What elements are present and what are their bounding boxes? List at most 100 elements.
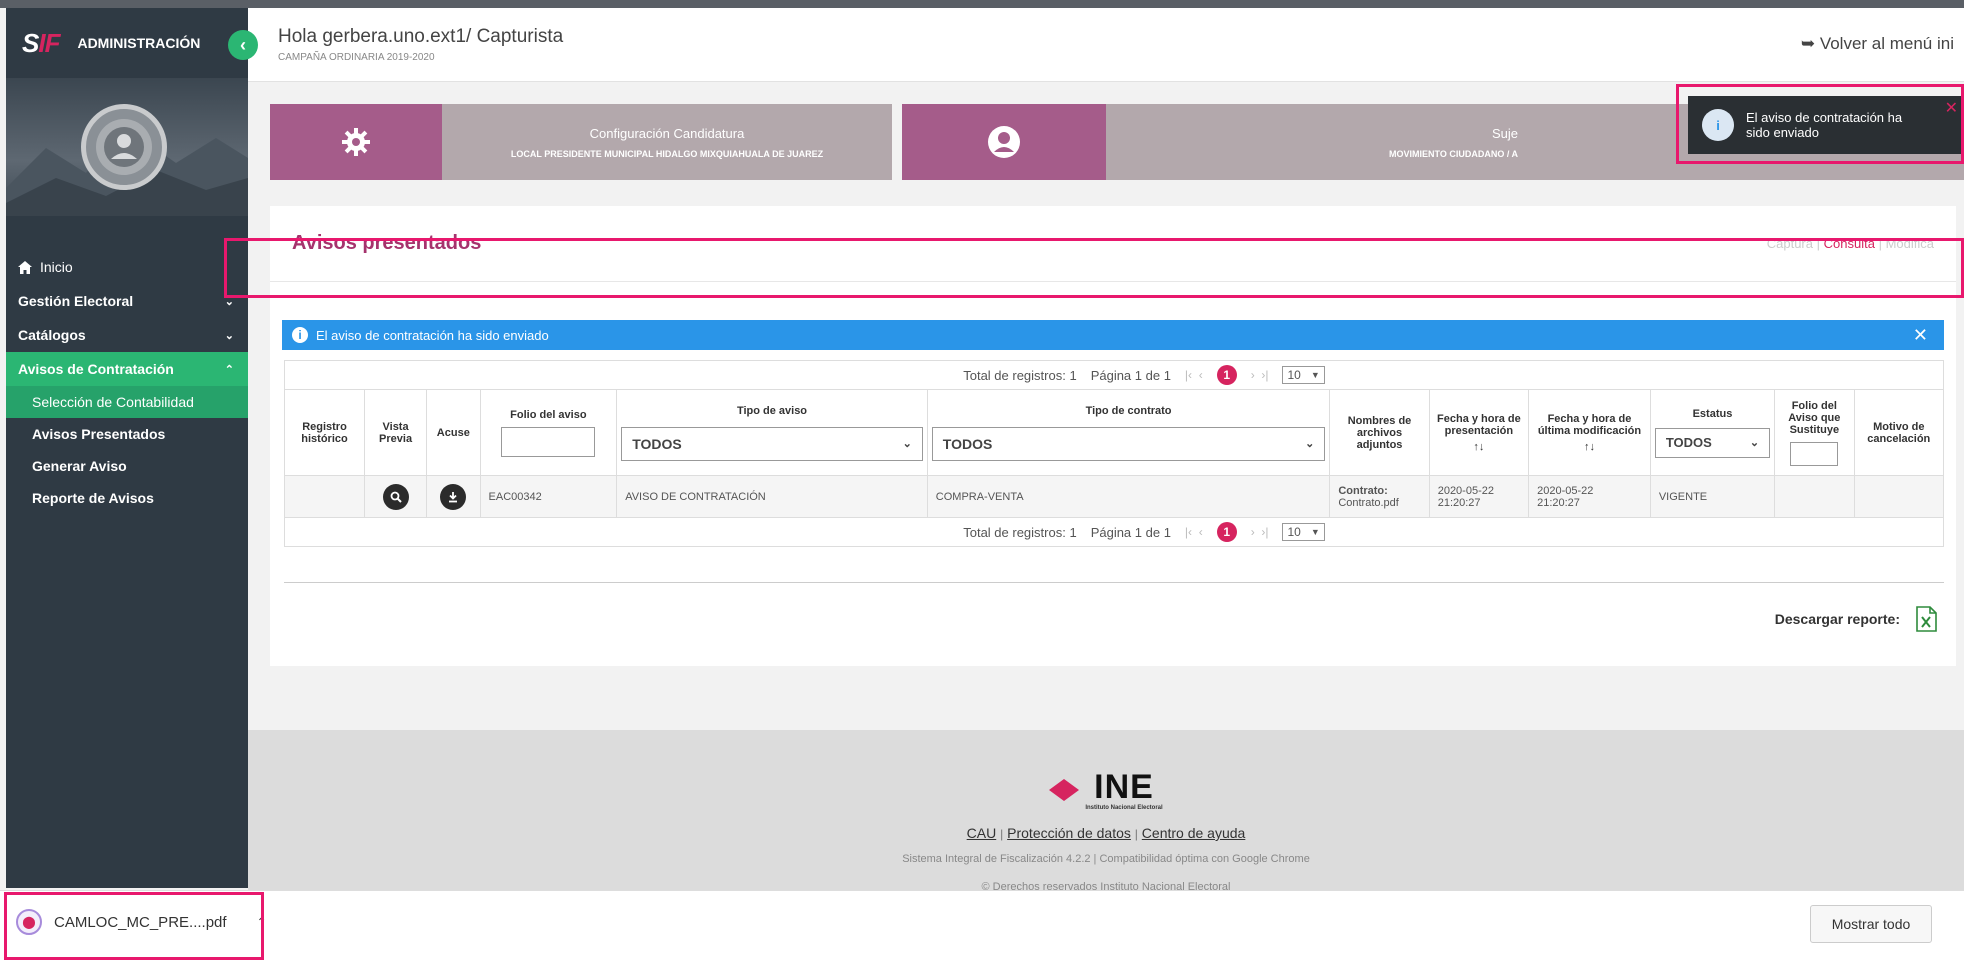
pager-bottom: Total de registros: 1 Página 1 de 1 |‹ ‹… (285, 518, 1943, 546)
header-estatus: Estatus TODOS ⌄ (1650, 389, 1776, 476)
sif-logo: SIF (22, 27, 60, 58)
toast-notification: i El aviso de contratación ha sido envia… (1688, 96, 1964, 154)
page-size-select[interactable]: 10 ▼ (1282, 366, 1325, 384)
window-top-bar (0, 0, 1964, 8)
tipo-contrato-select[interactable]: TODOS ⌄ (931, 426, 1326, 461)
avisos-table-wrapper: Total de registros: 1 Página 1 de 1 |‹ ‹… (284, 360, 1944, 547)
page-title: Avisos presentados (292, 232, 482, 254)
report-label: Descargar reporte: (1774, 611, 1900, 627)
help-center-link[interactable]: Centro de ayuda (1142, 825, 1246, 841)
header-registro: Registro histórico (285, 389, 365, 476)
header-folio-sustituye: Folio del Aviso que Sustituye (1774, 389, 1855, 476)
sidebar-item-label: Inicio (40, 259, 73, 275)
info-icon: i (1702, 109, 1734, 141)
mode-tabs: Captura | Consulta | Modifica (1767, 236, 1934, 251)
excel-icon[interactable] (1914, 606, 1938, 632)
sidebar-nav: Inicio Gestión Electoral ⌄ Catálogos ⌄ A… (6, 216, 248, 514)
avisos-panel: Avisos presentados Captura | Consulta | … (270, 206, 1956, 666)
sidebar-item-label: Gestión Electoral (18, 293, 134, 309)
sidebar-item-gestion-electoral[interactable]: Gestión Electoral ⌄ (6, 284, 248, 318)
cell-motivo (1854, 475, 1943, 518)
brand[interactable]: SIF ADMINISTRACIÓN (6, 8, 248, 78)
toast-message: El aviso de contratación ha sido enviado (1746, 110, 1903, 140)
total-records: Total de registros: 1 (963, 367, 1077, 383)
current-page-button[interactable]: 1 (1216, 365, 1237, 385)
user-avatar[interactable] (81, 104, 167, 190)
chevron-down-icon: ⌄ (224, 329, 234, 342)
chevron-down-icon: ⌄ (1305, 438, 1315, 450)
download-acuse-button[interactable] (440, 483, 467, 510)
header-vista: Vista Previa (364, 389, 428, 476)
download-report: Descargar reporte: (1775, 606, 1938, 632)
mode-separator: | (1816, 236, 1820, 251)
profile-banner (6, 78, 248, 216)
privacy-link[interactable]: Protección de datos (1007, 825, 1131, 841)
search-icon (390, 491, 402, 503)
ine-logo: INE Instituto Nacional Electoral (248, 768, 1964, 811)
cell-acuse (426, 475, 481, 518)
cell-archivos: Contrato: Contrato.pdf (1329, 475, 1430, 518)
first-prev-page-icon[interactable]: |‹ ‹ (1185, 525, 1203, 539)
alert-close-button[interactable]: ✕ (1913, 325, 1928, 346)
info-icon: i (292, 327, 308, 343)
config-candidatura-card: Configuración Candidatura LOCAL PRESIDEN… (270, 104, 892, 180)
sidebar-item-label: Avisos de Contratación (18, 361, 174, 377)
mode-separator: | (1878, 236, 1882, 251)
next-last-page-icon[interactable]: › ›| (1251, 525, 1269, 539)
sidebar-subitem-reporte-avisos[interactable]: Reporte de Avisos (6, 482, 248, 514)
estatus-select[interactable]: TODOS ⌄ (1654, 427, 1771, 458)
page-info: Página 1 de 1 (1090, 367, 1171, 383)
campaign-label: CAMPAÑA ORDINARIA 2019-2020 (278, 52, 435, 63)
folio-filter-input[interactable] (501, 426, 596, 457)
table-row: EAC00342 AVISO DE CONTRATACIÓN COMPRA-VE… (285, 475, 1943, 518)
folio-sustituye-input[interactable] (1790, 441, 1839, 466)
footer: INE Instituto Nacional Electoral CAU | P… (248, 730, 1964, 893)
sort-icon: ↑↓ (1583, 440, 1595, 453)
sidebar-subitem-generar-aviso[interactable]: Generar Aviso (6, 450, 248, 482)
chevron-down-icon: ⌄ (224, 295, 234, 308)
config-card-icon-box (270, 104, 442, 180)
tab-captura[interactable]: Captura (1767, 236, 1813, 251)
current-page-button[interactable]: 1 (1216, 522, 1237, 542)
ine-diamond-icon (1049, 778, 1080, 801)
config-card-title: Configuración Candidatura (589, 125, 745, 141)
panel-header: Avisos presentados Captura | Consulta | … (270, 206, 1956, 282)
user-circle-icon (988, 126, 1020, 158)
header-motivo: Motivo de cancelación (1854, 389, 1943, 476)
header-fecha-presentacion[interactable]: Fecha y hora de presentación ↑↓ (1429, 389, 1530, 476)
toast-close-button[interactable]: ✕ (1945, 98, 1958, 118)
user-gear-icon (96, 119, 152, 175)
sidebar-item-label: Catálogos (18, 327, 86, 343)
cell-tipo-contrato: COMPRA-VENTA (927, 475, 1331, 518)
success-alert: i El aviso de contratación ha sido envia… (282, 320, 1944, 350)
sidebar-subitem-avisos-presentados[interactable]: Avisos Presentados (6, 418, 248, 450)
preview-button[interactable] (382, 483, 409, 510)
page-size-select[interactable]: 10 ▼ (1282, 523, 1325, 541)
avisos-table: Registro histórico Vista Previa Acuse Fo… (285, 389, 1943, 518)
sidebar-item-avisos-contratacion[interactable]: Avisos de Contratación ⌃ (6, 352, 248, 386)
header-nombres-archivos: Nombres de archivos adjuntos (1329, 389, 1430, 476)
cau-link[interactable]: CAU (967, 825, 997, 841)
footer-links: CAU | Protección de datos | Centro de ay… (966, 825, 1246, 841)
sidebar-item-catalogos[interactable]: Catálogos ⌄ (6, 318, 248, 352)
download-item[interactable]: ⬤ CAMLOC_MC_PRE....pdf ⌃ (16, 909, 267, 935)
header-tipo-contrato: Tipo de contrato TODOS ⌄ (927, 389, 1331, 476)
config-card-info: Configuración Candidatura LOCAL PRESIDEN… (442, 104, 892, 180)
next-last-page-icon[interactable]: › ›| (1251, 368, 1269, 382)
chevron-up-icon[interactable]: ⌃ (257, 915, 267, 929)
sidebar-item-inicio[interactable]: Inicio (6, 250, 248, 284)
header-fecha-modificacion[interactable]: Fecha y hora de última modificación ↑↓ (1528, 389, 1651, 476)
tab-modifica[interactable]: Modifica (1886, 236, 1934, 251)
top-header: Hola gerbera.uno.ext1/ Capturista CAMPAÑ… (248, 8, 1964, 82)
attachment-link[interactable]: Contrato.pdf (1338, 497, 1420, 509)
collapse-sidebar-button[interactable]: ‹ (228, 30, 258, 60)
show-all-button[interactable]: Mostrar todo (1810, 905, 1932, 943)
tipo-aviso-select[interactable]: TODOS ⌄ (621, 426, 923, 461)
header-tipo-aviso: Tipo de aviso TODOS ⌄ (616, 389, 928, 476)
first-prev-page-icon[interactable]: |‹ ‹ (1185, 368, 1203, 382)
sujeto-card-title: Suje (1491, 125, 1518, 141)
brand-title: ADMINISTRACIÓN (77, 35, 201, 51)
tab-consulta[interactable]: Consulta (1824, 236, 1875, 251)
sidebar-subitem-seleccion-contabilidad[interactable]: Selección de Contabilidad (6, 386, 248, 418)
back-to-menu-link[interactable]: ➥ Volver al menú ini (1801, 34, 1954, 54)
